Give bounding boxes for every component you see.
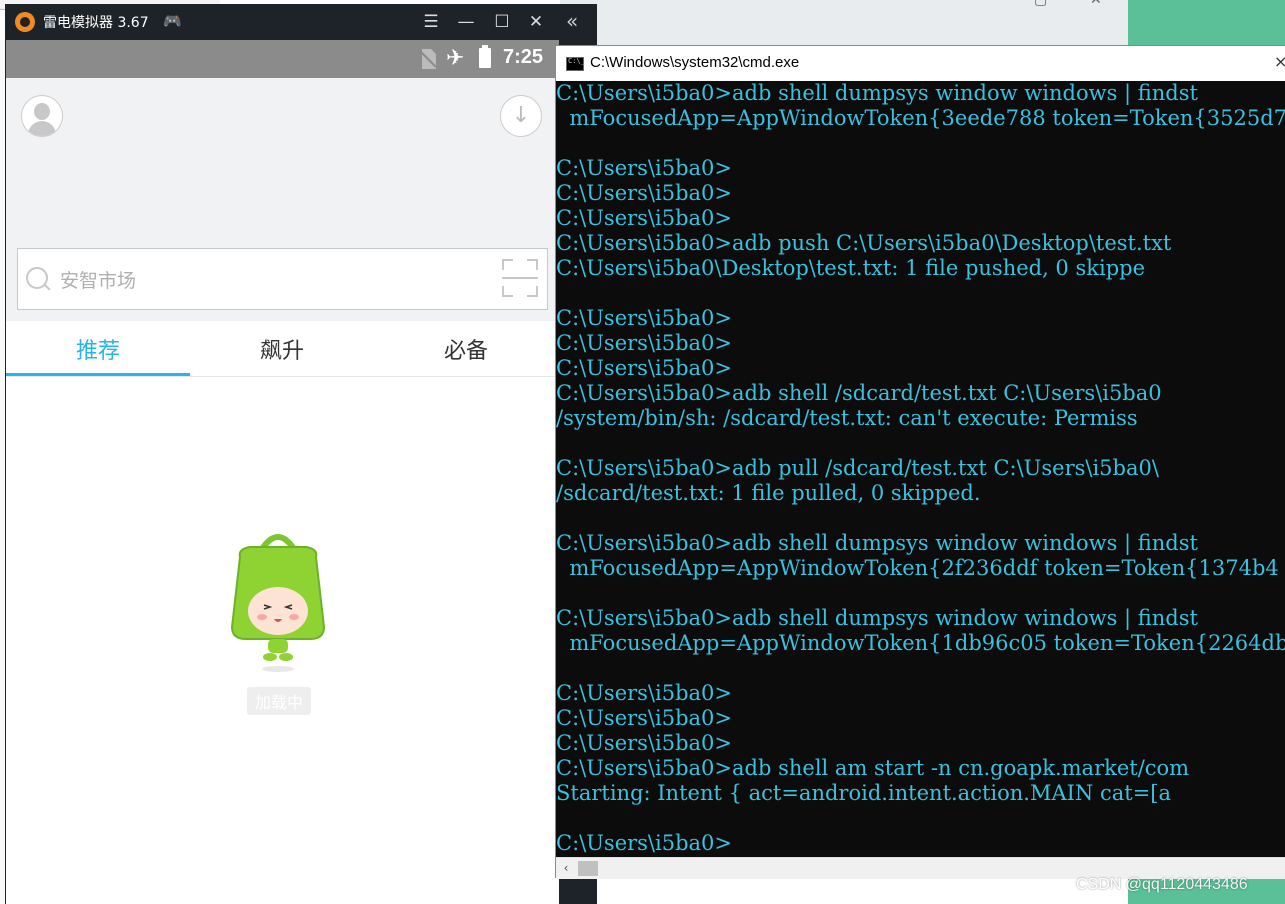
no-sim-icon xyxy=(420,49,436,69)
emulator-logo-icon xyxy=(15,12,35,32)
terminal-line: mFocusedApp=AppWindowToken{2f236ddf toke… xyxy=(556,556,1279,580)
battery-icon xyxy=(479,45,491,68)
close-button[interactable]: ✕ xyxy=(523,10,549,34)
scroll-left-icon[interactable]: ‹ xyxy=(558,860,574,876)
menu-icon[interactable]: ☰ xyxy=(418,10,444,34)
background-browser-window: ▢ ✕ xyxy=(560,0,1128,46)
gamepad-icon[interactable]: 🎮 xyxy=(163,12,182,30)
terminal-line: C:\Users\i5ba0> xyxy=(556,306,733,330)
terminal-line: C:\Users\i5ba0> xyxy=(556,731,733,755)
cmd-title: C:\Windows\system32\cmd.exe xyxy=(590,54,800,71)
terminal-lines: C:\Users\i5ba0>adb shell dumpsys window … xyxy=(556,81,1285,856)
cmd-window: C:\Windows\system32\cmd.exe × C:\Users\i… xyxy=(555,45,1285,879)
scrollbar-thumb[interactable] xyxy=(578,861,598,876)
collapse-sidebar-icon[interactable]: « xyxy=(566,9,578,33)
terminal-line: Starting: Intent { act=android.intent.ac… xyxy=(556,781,1172,805)
status-time: 7:25 xyxy=(503,46,544,68)
active-tab-indicator xyxy=(6,373,190,376)
close-icon[interactable]: ✕ xyxy=(1090,0,1102,8)
minimize-button[interactable]: — xyxy=(453,10,479,34)
emulator-titlebar: 雷电模拟器 3.67 🎮 ☰ — ☐ ✕ xyxy=(5,4,597,40)
tab-recommended[interactable]: 推荐 xyxy=(6,333,190,365)
terminal-line: C:\Users\i5ba0\Desktop\test.txt: 1 file … xyxy=(556,256,1146,280)
terminal-line: C:\Users\i5ba0> xyxy=(556,681,733,705)
cmd-titlebar: C:\Windows\system32\cmd.exe × xyxy=(556,46,1285,81)
terminal-line: mFocusedApp=AppWindowToken{1db96c05 toke… xyxy=(556,631,1285,655)
android-screen: ✈ 7:25 ↓ 安智市场 推荐 飙升 必备 加载中 xyxy=(6,40,559,904)
terminal-line: C:\Users\i5ba0> xyxy=(556,331,733,355)
terminal-line: /system/bin/sh: /sdcard/test.txt: can't … xyxy=(556,406,1138,430)
search-icon xyxy=(26,267,48,289)
desktop-background xyxy=(1128,0,1285,45)
maximize-button[interactable]: ☐ xyxy=(489,10,515,34)
terminal-line: C:\Users\i5ba0> xyxy=(556,206,733,230)
emulator-title: 雷电模拟器 3.67 xyxy=(43,15,149,31)
terminal-line: C:\Users\i5ba0> xyxy=(556,356,733,380)
terminal-line: mFocusedApp=AppWindowToken{3eede788 toke… xyxy=(556,106,1285,130)
terminal-line: /sdcard/test.txt: 1 file pulled, 0 skipp… xyxy=(556,481,981,505)
terminal-output[interactable]: C:\Users\i5ba0>adb shell dumpsys window … xyxy=(556,81,1285,857)
cmd-app-icon xyxy=(566,57,585,71)
tab-rising[interactable]: 飙升 xyxy=(190,333,374,365)
terminal-line: C:\Users\i5ba0>adb push C:\Users\i5ba0\D… xyxy=(556,231,1172,255)
loading-label: 加载中 xyxy=(247,687,312,715)
scan-qr-icon[interactable] xyxy=(502,259,538,297)
loading-mascot-icon xyxy=(230,534,326,672)
terminal-line: C:\Users\i5ba0>adb shell dumpsys window … xyxy=(556,531,1198,555)
terminal-line: C:\Users\i5ba0>adb shell dumpsys window … xyxy=(556,81,1198,105)
download-icon[interactable]: ↓ xyxy=(500,95,542,137)
search-bar[interactable]: 安智市场 xyxy=(17,248,548,310)
terminal-line: C:\Users\i5ba0> xyxy=(556,706,733,730)
terminal-line: C:\Users\i5ba0> xyxy=(556,181,733,205)
search-placeholder: 安智市场 xyxy=(60,270,137,292)
terminal-line: C:\Users\i5ba0>adb pull /sdcard/test.txt… xyxy=(556,456,1159,480)
watermark: CSDN @qq1120443486 xyxy=(1076,876,1248,893)
tab-essential[interactable]: 必备 xyxy=(374,333,558,365)
terminal-line: C:\Users\i5ba0> xyxy=(556,831,733,855)
minimize-icon[interactable]: ▢ xyxy=(1034,0,1047,8)
airplane-mode-icon: ✈ xyxy=(446,46,465,71)
terminal-line: C:\Users\i5ba0> xyxy=(556,156,733,180)
content-area: 加载中 xyxy=(6,377,559,904)
terminal-line: C:\Users\i5ba0>adb shell /sdcard/test.tx… xyxy=(556,381,1162,405)
status-bar: ✈ 7:25 xyxy=(6,40,559,78)
user-avatar[interactable] xyxy=(21,95,63,137)
terminal-line: C:\Users\i5ba0>adb shell am start -n cn.… xyxy=(556,756,1190,780)
terminal-line: C:\Users\i5ba0>adb shell dumpsys window … xyxy=(556,606,1198,630)
tab-bar: 推荐 飙升 必备 xyxy=(6,321,559,377)
close-icon[interactable]: × xyxy=(1274,52,1285,71)
